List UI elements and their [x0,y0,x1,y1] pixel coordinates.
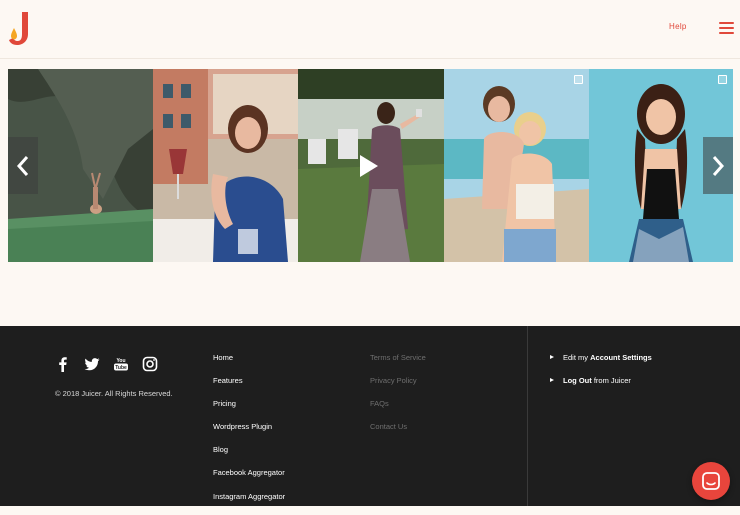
video-play-icon[interactable] [360,155,378,177]
feed-tile-3[interactable] [298,69,444,262]
social-links: You Tube [55,356,158,372]
footer-link-blog[interactable]: Blog [213,445,285,468]
footer-nav-secondary: Terms of Service Privacy Policy FAQs Con… [370,353,426,445]
carousel-prev-button[interactable] [8,137,38,194]
footer-link-facebook-aggregator[interactable]: Facebook Aggregator [213,468,285,491]
juicer-logo[interactable] [8,10,32,46]
copyright-text: © 2018 Juicer. All Rights Reserved. [55,389,173,398]
facebook-icon[interactable] [55,356,71,372]
select-checkbox[interactable] [574,75,583,84]
logout-label: Log Out [563,376,592,385]
help-link[interactable]: Help [669,22,687,31]
feed-tile-4[interactable] [444,69,589,262]
chat-icon [702,472,720,490]
footer-link-home[interactable]: Home [213,353,285,376]
youtube-icon[interactable]: You Tube [113,356,129,372]
account-settings-label: Account Settings [590,353,652,362]
svg-text:Tube: Tube [115,365,127,371]
chevron-left-icon [16,156,29,176]
svg-text:You: You [116,358,125,364]
footer-link-faqs[interactable]: FAQs [370,399,426,422]
select-checkbox[interactable] [718,75,727,84]
twitter-icon[interactable] [84,356,100,372]
triangle-bullet-icon [550,355,554,359]
footer-link-wordpress-plugin[interactable]: Wordpress Plugin [213,422,285,445]
footer-link-contact[interactable]: Contact Us [370,422,426,445]
chat-launcher-button[interactable] [692,462,730,500]
footer-link-instagram-aggregator[interactable]: Instagram Aggregator [213,492,285,515]
account-links: Edit my Account Settings Log Out from Ju… [550,353,652,399]
feed-tile-2[interactable] [153,69,298,262]
logout-link[interactable]: Log Out from Juicer [550,376,652,399]
triangle-bullet-icon [550,378,554,382]
chevron-right-icon [712,156,725,176]
footer-link-privacy[interactable]: Privacy Policy [370,376,426,399]
social-feed-carousel [8,69,733,262]
hamburger-menu-icon[interactable] [719,22,734,34]
footer-divider [527,326,528,506]
site-header: Help [0,0,740,59]
logout-suffix: from Juicer [593,376,631,385]
site-footer: You Tube © 2018 Juicer. All Rights Reser… [0,326,740,506]
footer-link-pricing[interactable]: Pricing [213,399,285,422]
footer-link-features[interactable]: Features [213,376,285,399]
footer-nav-primary: Home Features Pricing Wordpress Plugin B… [213,353,285,515]
carousel-next-button[interactable] [703,137,733,194]
instagram-icon[interactable] [142,356,158,372]
account-settings-prefix: Edit my [563,353,589,362]
footer-link-terms[interactable]: Terms of Service [370,353,426,376]
account-settings-link[interactable]: Edit my Account Settings [550,353,652,376]
